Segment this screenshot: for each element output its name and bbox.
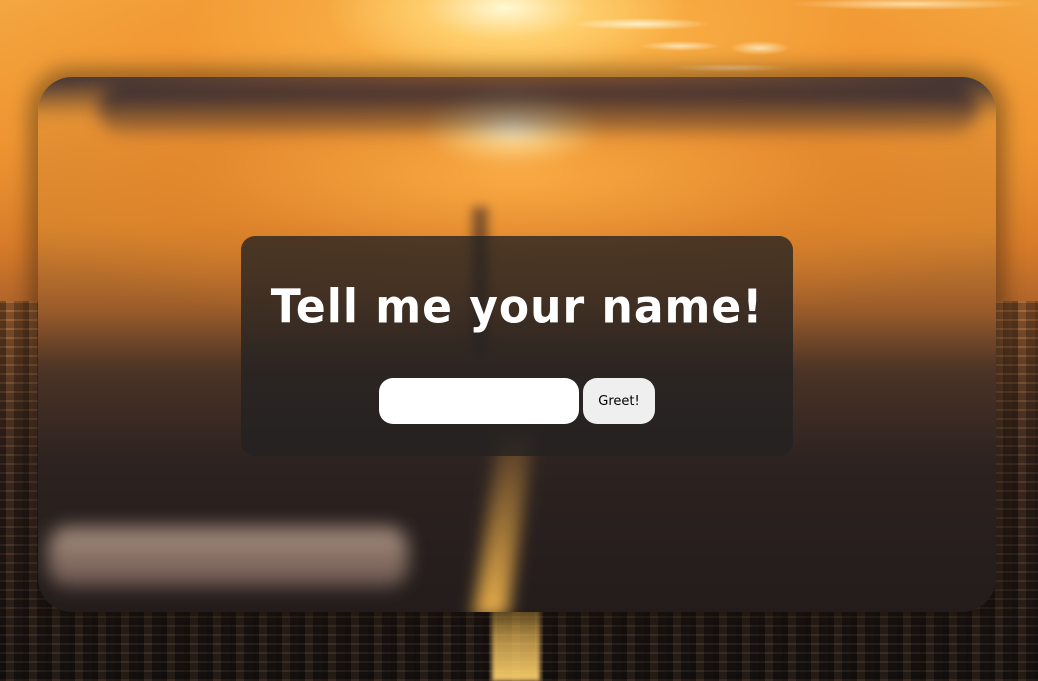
name-form: Greet! — [241, 378, 793, 424]
greet-button[interactable]: Greet! — [583, 378, 655, 424]
glass-cloud-band — [98, 83, 978, 133]
greeting-card: Tell me your name! Greet! — [241, 236, 793, 456]
glass-lake-reflection — [48, 527, 408, 587]
app-window: Tell me your name! Greet! — [0, 0, 1038, 681]
card-title: Tell me your name! — [270, 280, 764, 335]
name-input[interactable] — [379, 378, 579, 424]
background-road — [492, 601, 540, 681]
